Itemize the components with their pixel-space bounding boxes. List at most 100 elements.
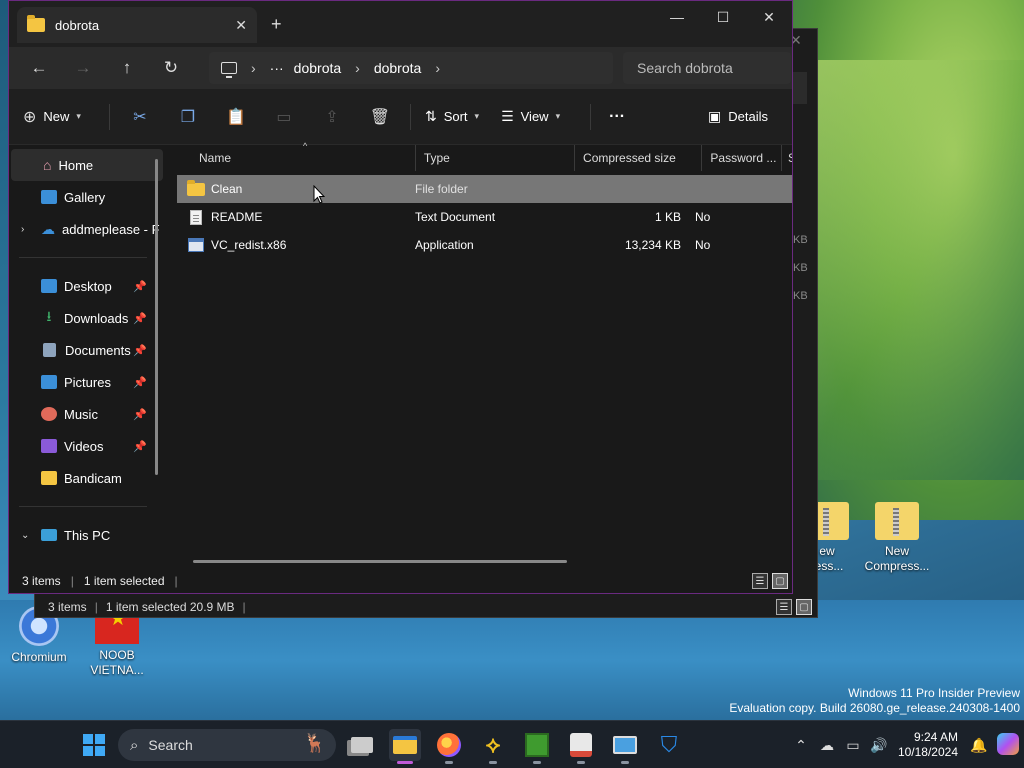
file-password: No — [695, 238, 711, 252]
forward-arrow-icon[interactable]: → — [61, 52, 105, 84]
sidebar-item-downloads[interactable]: ⭳ Downloads 📌 — [9, 302, 165, 334]
horizontal-scrollbar[interactable] — [193, 560, 567, 563]
more-options-button[interactable]: ··· — [609, 108, 625, 126]
sidebar-item-bandicam[interactable]: Bandicam — [9, 462, 165, 494]
chevron-right-icon[interactable]: › — [355, 60, 360, 76]
pin-icon[interactable]: 📌 — [133, 376, 147, 389]
chevron-down-icon[interactable]: ⌄ — [21, 530, 29, 541]
chevron-right-icon[interactable]: › — [435, 60, 440, 76]
explorer-tab[interactable]: dobrota ✕ — [17, 7, 257, 43]
title-bar[interactable]: dobrota ✕ + — ☐ ✕ — [9, 1, 792, 47]
tab-close-icon[interactable]: ✕ — [235, 17, 247, 34]
file-explorer-window[interactable]: dobrota ✕ + — ☐ ✕ ← → ↑ ↻ › ··· dobrota … — [8, 0, 793, 594]
notification-bell-icon[interactable]: 🔔 — [966, 737, 992, 754]
file-explorer-icon — [393, 736, 417, 754]
breadcrumb-item[interactable]: dobrota — [374, 60, 421, 76]
pin-icon[interactable]: 📌 — [133, 312, 147, 325]
share-icon[interactable]: ⇪ — [308, 102, 356, 132]
breadcrumb-more[interactable]: ··· — [270, 60, 284, 76]
paste-icon[interactable]: 📋 — [212, 102, 260, 132]
close-button[interactable]: ✕ — [746, 1, 792, 33]
search-input[interactable]: Search dobrota — [623, 52, 791, 84]
chevron-down-icon: ▾ — [76, 111, 81, 121]
sidebar-item-onedrive[interactable]: › ☁ addmeplease - F — [9, 213, 165, 245]
pin-icon[interactable]: 📌 — [133, 440, 147, 453]
column-header-size[interactable]: Si — [782, 145, 792, 171]
pin-icon[interactable]: 📌 — [133, 408, 147, 421]
sort-icon: ⇅ — [424, 108, 437, 124]
breadcrumb[interactable]: › ··· dobrota › dobrota › — [209, 52, 613, 84]
desktop-icon-new-compressed-2[interactable]: New Compress... — [862, 502, 932, 574]
security-taskbar-button[interactable]: ⛉ — [653, 729, 685, 761]
column-header-compressed-size[interactable]: Compressed size — [575, 145, 703, 171]
details-view-button[interactable]: ☰ — [776, 599, 792, 615]
sidebar-item-videos[interactable]: Videos 📌 — [9, 430, 165, 462]
sidebar-item-gallery[interactable]: Gallery — [9, 181, 165, 213]
up-arrow-icon[interactable]: ↑ — [105, 52, 149, 84]
remote-desktop-taskbar-button[interactable] — [609, 729, 641, 764]
new-tab-button[interactable]: + — [271, 14, 282, 35]
minimize-button[interactable]: — — [654, 1, 700, 33]
file-explorer-taskbar-button[interactable] — [389, 729, 421, 764]
file-size: 13,234 KB — [624, 238, 681, 252]
watermark-line: Evaluation copy. Build 26080.ge_release.… — [729, 701, 1020, 715]
network-icon[interactable]: ▭ — [840, 737, 866, 754]
file-row-readme[interactable]: README Text Document 1 KB No — [177, 203, 792, 231]
column-header-type[interactable]: Type — [416, 145, 576, 171]
chevron-right-icon[interactable]: › — [251, 60, 256, 76]
details-view-button[interactable]: ☰ — [752, 573, 768, 589]
chevron-right-icon[interactable]: › — [21, 224, 24, 235]
minecraft-taskbar-button[interactable] — [521, 729, 553, 764]
copilot-icon[interactable] — [992, 732, 1024, 758]
view-button[interactable]: ☰ View ▾ — [501, 108, 560, 125]
mouse-cursor-icon — [313, 185, 325, 204]
sidebar-item-pictures[interactable]: Pictures 📌 — [9, 366, 165, 398]
firefox-taskbar-button[interactable] — [433, 729, 465, 764]
sidebar-item-this-pc[interactable]: ⌄ This PC — [9, 519, 165, 551]
delete-icon[interactable]: 🗑 — [356, 102, 404, 132]
background-window-search-edge — [793, 72, 807, 104]
refresh-icon[interactable]: ↻ — [149, 52, 193, 84]
pin-icon[interactable]: 📌 — [133, 344, 147, 357]
system-tray: ⌃ ☁ ▭ 🔊 9:24 AM 10/18/2024 🔔 — [788, 721, 1024, 768]
sort-button[interactable]: ⇅ Sort ▾ — [425, 108, 479, 125]
monitor-icon[interactable] — [221, 62, 237, 78]
background-size-cell: KB — [793, 234, 808, 246]
rename-icon[interactable]: ▭ — [260, 102, 308, 132]
pin-icon[interactable]: 📌 — [133, 280, 147, 293]
sidebar-scrollbar[interactable] — [155, 159, 158, 475]
breadcrumb-item[interactable]: dobrota — [294, 60, 341, 76]
volume-icon[interactable]: 🔊 — [866, 737, 892, 754]
wallpaper-glow — [810, 60, 1024, 480]
cut-icon[interactable]: ✂ — [116, 102, 164, 132]
file-row-vc-redist[interactable]: VC_redist.x86 Application 13,234 KB No — [177, 231, 792, 259]
clock[interactable]: 9:24 AM 10/18/2024 — [898, 730, 958, 760]
column-header-name[interactable]: Name — [177, 145, 416, 171]
details-pane-button[interactable]: ▣ Details — [708, 108, 768, 125]
column-header-password[interactable]: Password ... — [702, 145, 783, 171]
maximize-button[interactable]: ☐ — [700, 1, 746, 33]
start-button[interactable] — [78, 729, 110, 761]
more-options-icon: ··· — [609, 107, 626, 125]
file-row-clean[interactable]: Clean File folder — [177, 175, 792, 203]
task-view-button[interactable] — [346, 729, 378, 761]
new-button[interactable]: ⊕ New ▾ — [23, 107, 81, 127]
running-indicator — [533, 761, 541, 764]
sidebar-item-home[interactable]: ⌂ Home — [11, 149, 163, 181]
status-bar: 3 items | 1 item selected | ☰ ▢ — [9, 569, 792, 593]
back-arrow-icon[interactable]: ← — [17, 52, 61, 84]
copy-icon[interactable]: ❐ — [164, 102, 212, 132]
sidebar-item-music[interactable]: Music 📌 — [9, 398, 165, 430]
watermark-line: Windows 11 Pro Insider Preview — [848, 686, 1020, 700]
app-taskbar-button[interactable]: ⟡ — [477, 729, 509, 764]
taskbar-search[interactable]: ⌕ Search 🦌 — [118, 729, 336, 761]
tiles-view-button[interactable]: ▢ — [796, 599, 812, 615]
tiles-view-button[interactable]: ▢ — [772, 573, 788, 589]
sidebar-item-desktop[interactable]: Desktop 📌 — [9, 270, 165, 302]
java-taskbar-button[interactable] — [565, 729, 597, 764]
onedrive-cloud-icon[interactable]: ☁ — [814, 737, 840, 754]
sidebar-item-documents[interactable]: Documents 📌 — [9, 334, 165, 366]
chevron-up-icon[interactable]: ⌃ — [788, 737, 814, 754]
file-name: README — [211, 210, 263, 224]
sidebar-item-label: Pictures — [64, 374, 111, 390]
